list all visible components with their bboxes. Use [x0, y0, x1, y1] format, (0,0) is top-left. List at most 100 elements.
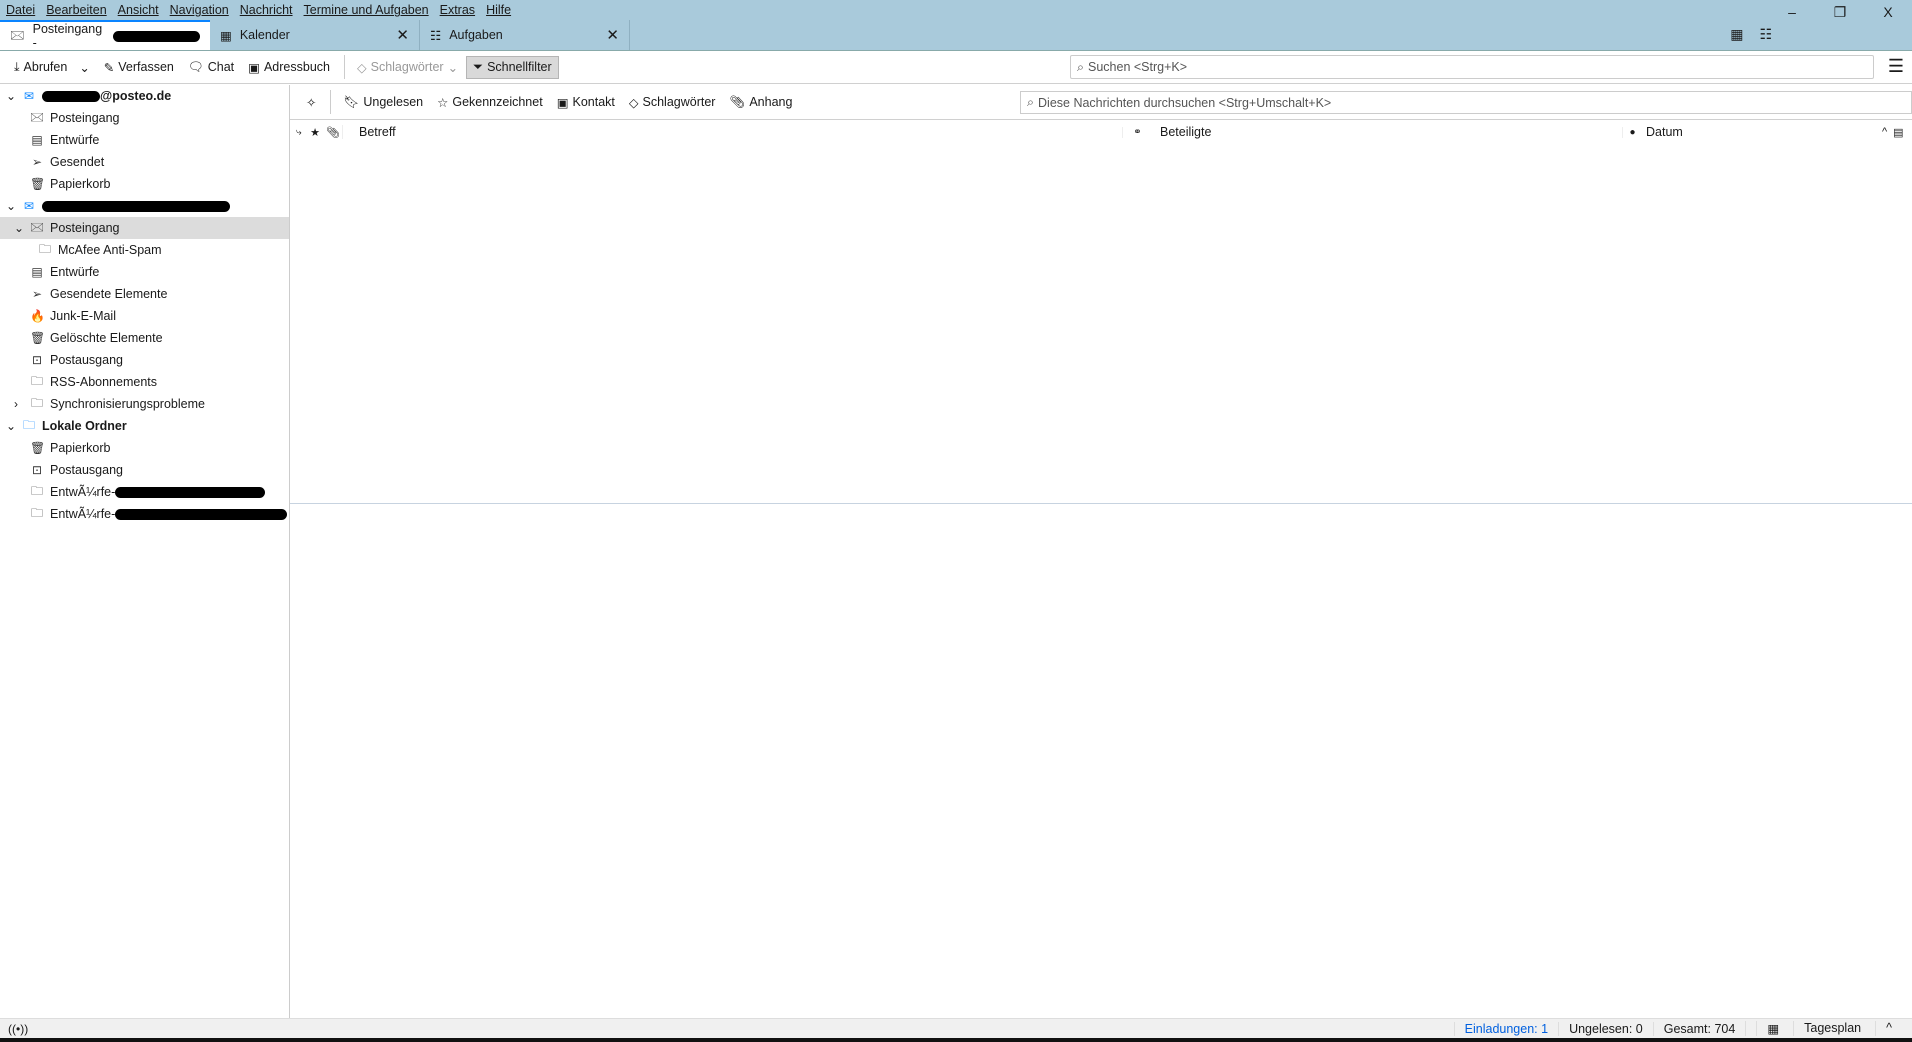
menu-bearbeiten[interactable]: Bearbeiten [46, 3, 106, 17]
column-picker-icon[interactable]: ▤ [1893, 126, 1903, 139]
filter-attachment-button[interactable]: 📎︎ Anhang [723, 92, 798, 113]
chevron-down-icon[interactable]: ⌄ [79, 60, 89, 75]
tags-button[interactable]: ◇ Schlagwörter ⌄ [351, 57, 464, 78]
folder-label: McAfee Anti-Spam [58, 243, 162, 257]
drafts-icon: ▤ [31, 265, 43, 279]
tab-tasks[interactable]: ☷ Aufgaben ✕ [420, 20, 630, 50]
folder-item[interactable]: 🗑 Gelöschte Elemente [0, 327, 289, 349]
column-date[interactable]: Datum [1642, 125, 1882, 139]
filter-starred-button[interactable]: ☆ Gekennzeichnet [431, 92, 549, 113]
chevron-up-icon: ^ [1875, 1021, 1902, 1036]
column-participants[interactable]: Beteiligte [1152, 125, 1622, 139]
get-mail-button[interactable]: ⤓ Abrufen ⌄ [8, 57, 96, 78]
folder-item[interactable]: 🗀 EntwÃ¼rfe- [0, 481, 289, 503]
calendar-icon[interactable]: ▦ [1730, 26, 1743, 43]
global-search-input[interactable]: ⌕ Suchen <Strg+K> [1070, 55, 1874, 79]
folder-item-selected[interactable]: ⌄ 🖂 Posteingang [0, 217, 289, 239]
folder-item[interactable]: 🗀 EntwÃ¼rfe- [0, 503, 289, 525]
label: Schlagwörter [642, 95, 716, 109]
restore-button[interactable]: ❐ [1816, 4, 1864, 21]
app-menu-icon[interactable]: ☰ [1888, 56, 1904, 77]
folder-item[interactable]: ▤ Entwürfe [0, 261, 289, 283]
label: Kontakt [572, 95, 615, 109]
divider [343, 55, 345, 79]
chevron-down-icon[interactable]: ⌄ [6, 89, 18, 103]
menu-hilfe[interactable]: Hilfe [486, 3, 511, 17]
message-pane [290, 505, 1912, 1018]
folder-item[interactable]: ▤ Entwürfe [0, 129, 289, 151]
addressbook-button[interactable]: ▣ Adressbuch [242, 57, 336, 78]
minimize-button[interactable]: – [1768, 4, 1816, 21]
account-name: Lokale Ordner [42, 419, 127, 433]
window-controls: – ❐ X [1768, 4, 1912, 21]
junk-icon: 🔥 [30, 309, 45, 323]
chat-button[interactable]: 🗨 Chat [182, 57, 240, 78]
online-status-icon[interactable]: ((•)) [0, 1022, 28, 1036]
close-tab-icon[interactable]: ✕ [606, 26, 619, 44]
folder-label: Posteingang [50, 221, 120, 235]
folder-label: Papierkorb [50, 177, 111, 191]
tag-icon: ◇ [356, 60, 367, 75]
attachment-column-icon[interactable]: 📎︎ [324, 126, 342, 139]
close-window-button[interactable]: X [1864, 4, 1912, 21]
folder-item[interactable]: ⊡ Postausgang [0, 459, 289, 481]
quickfilter-button[interactable]: ⏷ Schnellfilter [466, 55, 559, 79]
folder-item[interactable]: 🗑 Papierkorb [0, 437, 289, 459]
today-pane-toggle[interactable]: ▦ Tagesplan ^ [1745, 1021, 1912, 1036]
menu-navigation[interactable]: Navigation [170, 3, 229, 17]
tab-calendar[interactable]: ▦ Kalender ✕ [210, 20, 420, 50]
filter-contact-button[interactable]: ▣ Kontakt [551, 92, 621, 113]
thread-column-icon[interactable]: ⤷ [290, 127, 306, 138]
filter-unread-button[interactable]: 🔖︎ Ungelesen [337, 92, 429, 113]
menu-datei[interactable]: Datei [6, 3, 35, 17]
menu-extras[interactable]: Extras [440, 3, 475, 17]
label: Schlagwörter [370, 60, 444, 74]
sticky-filter-button[interactable]: ✧ [300, 92, 322, 113]
star-column-icon[interactable]: ★ [306, 126, 324, 139]
chevron-down-icon[interactable]: ⌄ [6, 419, 18, 433]
folder-label: Posteingang [50, 111, 120, 125]
invitations-link[interactable]: Einladungen: 1 [1453, 1021, 1558, 1036]
redacted [42, 90, 100, 102]
folder-label: Junk-E-Mail [50, 309, 116, 323]
filter-tags-button[interactable]: ◇ Schlagwörter [623, 92, 722, 113]
menu-nachricht[interactable]: Nachricht [240, 3, 293, 17]
chevron-down-icon[interactable]: ⌄ [14, 221, 26, 235]
unread-count: Ungelesen: 0 [1558, 1021, 1653, 1036]
folder-icon: 🗀 [30, 395, 43, 410]
message-search-input[interactable]: ⌕ Diese Nachrichten durchsuchen <Strg+Ums… [1020, 91, 1912, 114]
pin-icon: ✧ [306, 95, 317, 110]
tasks-icon[interactable]: ☷ [1759, 26, 1772, 43]
folder-item[interactable]: ⊡ Postausgang [0, 349, 289, 371]
account-posteo[interactable]: ⌄ ✉ @posteo.de [0, 85, 289, 107]
tab-bar: 🖂 Posteingang - ▦ Kalender ✕ ☷ Aufgaben … [0, 20, 630, 50]
label: Adressbuch [263, 60, 330, 74]
junk-column-icon[interactable]: ● [1622, 126, 1642, 138]
menu-termine[interactable]: Termine und Aufgaben [304, 3, 429, 17]
inbox-icon: 🖂 [10, 27, 25, 42]
account-2[interactable]: ⌄ ✉ [0, 195, 289, 217]
sent-icon: ➢ [31, 155, 43, 169]
compose-button[interactable]: ✎ Verfassen [98, 57, 180, 78]
folder-label: Papierkorb [50, 441, 111, 455]
menu-ansicht[interactable]: Ansicht [118, 3, 159, 17]
thread-pane[interactable] [290, 144, 1912, 504]
chevron-right-icon[interactable]: › [14, 397, 26, 411]
tab-inbox[interactable]: 🖂 Posteingang - [0, 20, 210, 50]
folder-item[interactable]: ➢ Gesendete Elemente [0, 283, 289, 305]
folder-item[interactable]: 🗀 McAfee Anti-Spam [0, 239, 289, 261]
folder-pane: ⌄ ✉ @posteo.de 🖂 Posteingang ▤ Entwürfe ➢ Ges… [0, 85, 290, 1018]
folder-item[interactable]: 🖂 Posteingang [0, 107, 289, 129]
folder-item[interactable]: 🗑 Papierkorb [0, 173, 289, 195]
folder-item[interactable]: 🗀 RSS-Abonnements [0, 371, 289, 393]
read-column-icon[interactable]: ⚭ [1122, 126, 1152, 138]
chevron-down-icon[interactable]: ⌄ [6, 199, 18, 213]
folder-item[interactable]: › 🗀 Synchronisierungsprobleme [0, 393, 289, 415]
sort-ascending-icon: ^ [1882, 126, 1888, 138]
folder-item[interactable]: ➢ Gesendet [0, 151, 289, 173]
close-tab-icon[interactable]: ✕ [396, 26, 409, 44]
folder-item[interactable]: 🔥 Junk-E-Mail [0, 305, 289, 327]
column-subject[interactable]: Betreff [342, 125, 1122, 139]
account-local[interactable]: ⌄ 🗀 Lokale Ordner [0, 415, 289, 437]
folder-icon: 🗀 [30, 373, 43, 388]
